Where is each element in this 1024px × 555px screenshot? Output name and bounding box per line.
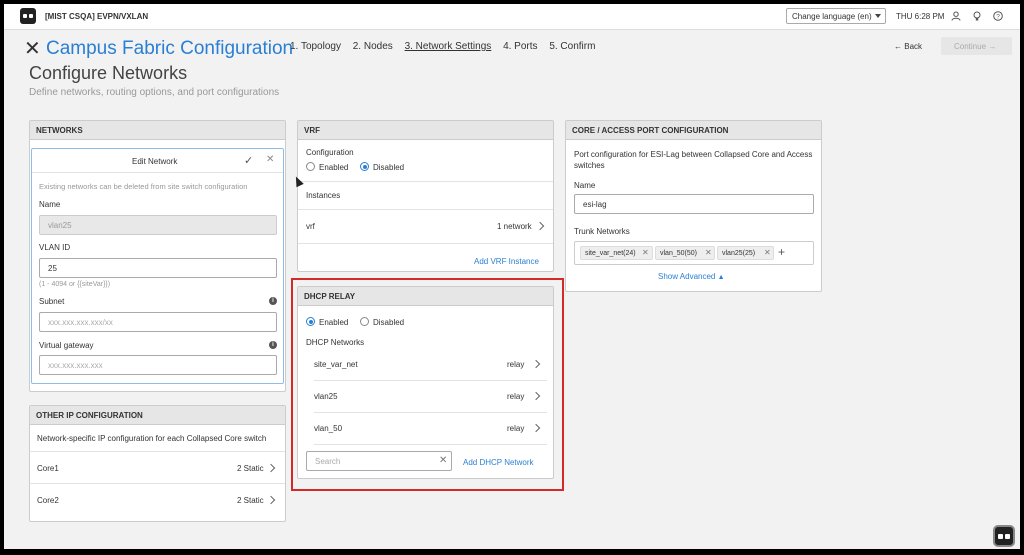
section-subtitle: Define networks, routing options, and po… (29, 87, 280, 98)
show-advanced-link[interactable]: Show Advanced ▲ (658, 272, 725, 281)
instance-name: vrf (306, 222, 315, 231)
port-name-field[interactable]: esi-lag (574, 194, 814, 214)
remove-chip-icon[interactable]: ✕ (764, 248, 771, 257)
instance-value: 1 network (497, 222, 532, 231)
user-icon[interactable] (951, 11, 961, 21)
back-label: Back (904, 42, 923, 51)
mist-logo-icon (20, 8, 36, 24)
other-ip-desc: Network-specific IP configuration for ea… (37, 434, 267, 443)
vrf-enabled-label: Enabled (319, 163, 349, 172)
step-ports[interactable]: 4. Ports (503, 41, 537, 52)
lightbulb-icon[interactable] (972, 11, 982, 21)
vrf-disabled-radio[interactable] (360, 162, 369, 171)
highlight-box (291, 278, 564, 491)
core-access-panel: CORE / ACCESS PORT CONFIGURATION Port co… (565, 120, 822, 292)
row-value: 2 Static (237, 496, 264, 505)
edit-network-card: Edit Network ✓ ✕ Existing networks can b… (31, 148, 284, 384)
caret-down-icon (875, 14, 881, 18)
networks-note: Existing networks can be deleted from si… (39, 182, 248, 191)
vrf-header: VRF (298, 121, 553, 140)
row-value: 2 Static (237, 464, 264, 473)
chip-label: vlan25(25) (722, 250, 756, 257)
step-nodes[interactable]: 2. Nodes (353, 41, 393, 52)
port-name-label: Name (574, 181, 596, 190)
step-topology[interactable]: 1. Topology (290, 41, 341, 52)
trunk-networks-field[interactable]: site_var_net(24) ✕ vlan_50(50) ✕ vlan25(… (574, 241, 814, 265)
caret-up-icon: ▲ (717, 274, 725, 281)
page-title: Campus Fabric Configuration (46, 38, 294, 59)
trunk-networks-label: Trunk Networks (574, 227, 630, 236)
step-confirm[interactable]: 5. Confirm (549, 41, 595, 52)
screen: [MIST CSQA] EVPN/VXLAN Change language (… (0, 0, 1024, 555)
instances-label: Instances (306, 191, 341, 200)
show-advanced-label: Show Advanced (658, 272, 716, 281)
row-name: Core1 (37, 464, 59, 473)
section-heading: Configure Networks (29, 63, 188, 83)
chip-label: site_var_net(24) (585, 250, 636, 257)
help-icon[interactable]: ? (993, 11, 1003, 21)
top-bar: [MIST CSQA] EVPN/VXLAN Change language (… (4, 4, 1020, 30)
chevron-right-icon (535, 221, 545, 231)
vrf-enabled-radio[interactable] (306, 162, 315, 171)
vrf-disabled-label: Disabled (373, 163, 405, 172)
vlan-id-hint: (1 - 4094 or {{siteVar}}) (39, 281, 111, 288)
networks-header: NETWORKS (30, 121, 285, 140)
mist-assistant-icon[interactable] (993, 525, 1015, 547)
vlan-id-field[interactable]: 25 (39, 258, 277, 278)
chevron-right-icon (266, 463, 276, 473)
check-icon[interactable]: ✓ (244, 154, 253, 167)
vrf-config-label: Configuration (306, 148, 354, 157)
continue-button[interactable]: Continue → (941, 37, 1012, 55)
arrow-right-icon: → (986, 42, 997, 51)
org-name: [MIST CSQA] EVPN/VXLAN (45, 12, 149, 21)
other-ip-header: OTHER IP CONFIGURATION (30, 406, 285, 425)
other-ip-panel: OTHER IP CONFIGURATION Network-specific … (29, 405, 286, 522)
divider (32, 172, 283, 173)
add-icon[interactable]: + (778, 245, 785, 259)
other-ip-row-core1[interactable]: Core1 2 Static (30, 452, 285, 483)
arrow-left-icon: ← (894, 42, 905, 51)
chevron-right-icon (266, 495, 276, 505)
vrf-instance-row[interactable]: vrf 1 network (298, 210, 553, 241)
divider (298, 181, 553, 182)
info-icon[interactable]: i (269, 297, 277, 305)
vrf-panel: VRF Configuration Enabled Disabled Insta… (297, 120, 554, 272)
core-access-header: CORE / ACCESS PORT CONFIGURATION (566, 121, 821, 140)
other-ip-row-core2[interactable]: Core2 2 Static (30, 484, 285, 515)
close-icon[interactable]: ✕ (24, 39, 41, 59)
name-field: vlan25 (39, 215, 277, 235)
chip-label: vlan_50(50) (660, 250, 697, 257)
remove-chip-icon[interactable]: ✕ (642, 248, 649, 257)
virtual-gateway-field[interactable]: xxx.xxx.xxx.xxx (39, 355, 277, 375)
remove-chip-icon[interactable]: ✕ (705, 248, 712, 257)
name-label: Name (39, 200, 61, 209)
svg-text:?: ? (996, 13, 1000, 20)
networks-panel: NETWORKS Edit Network ✓ ✕ Existing netwo… (29, 120, 286, 392)
core-access-desc: Port configuration for ESI-Lag between C… (574, 150, 813, 170)
back-button[interactable]: ← Back (894, 42, 922, 51)
subnet-field[interactable]: xxx.xxx.xxx.xxx/xx (39, 312, 277, 332)
info-icon[interactable]: i (269, 341, 277, 349)
add-vrf-instance-link[interactable]: Add VRF Instance (474, 257, 539, 266)
vlan-id-label: VLAN ID (39, 243, 71, 252)
wizard-steps: 1. Topology 2. Nodes 3. Network Settings… (290, 41, 604, 52)
row-name: Core2 (37, 496, 59, 505)
divider (298, 243, 553, 244)
clock: THU 6:28 PM (896, 12, 945, 21)
step-network-settings[interactable]: 3. Network Settings (405, 41, 492, 52)
close-edit-icon[interactable]: ✕ (266, 154, 274, 165)
edit-network-title: Edit Network (132, 157, 178, 166)
continue-label: Continue (954, 42, 987, 51)
language-label: Change language (en) (792, 12, 872, 21)
app-window: [MIST CSQA] EVPN/VXLAN Change language (… (4, 4, 1020, 549)
gateway-label: Virtual gateway (39, 341, 94, 350)
subnet-label: Subnet (39, 297, 65, 306)
language-select[interactable]: Change language (en) (786, 8, 886, 24)
